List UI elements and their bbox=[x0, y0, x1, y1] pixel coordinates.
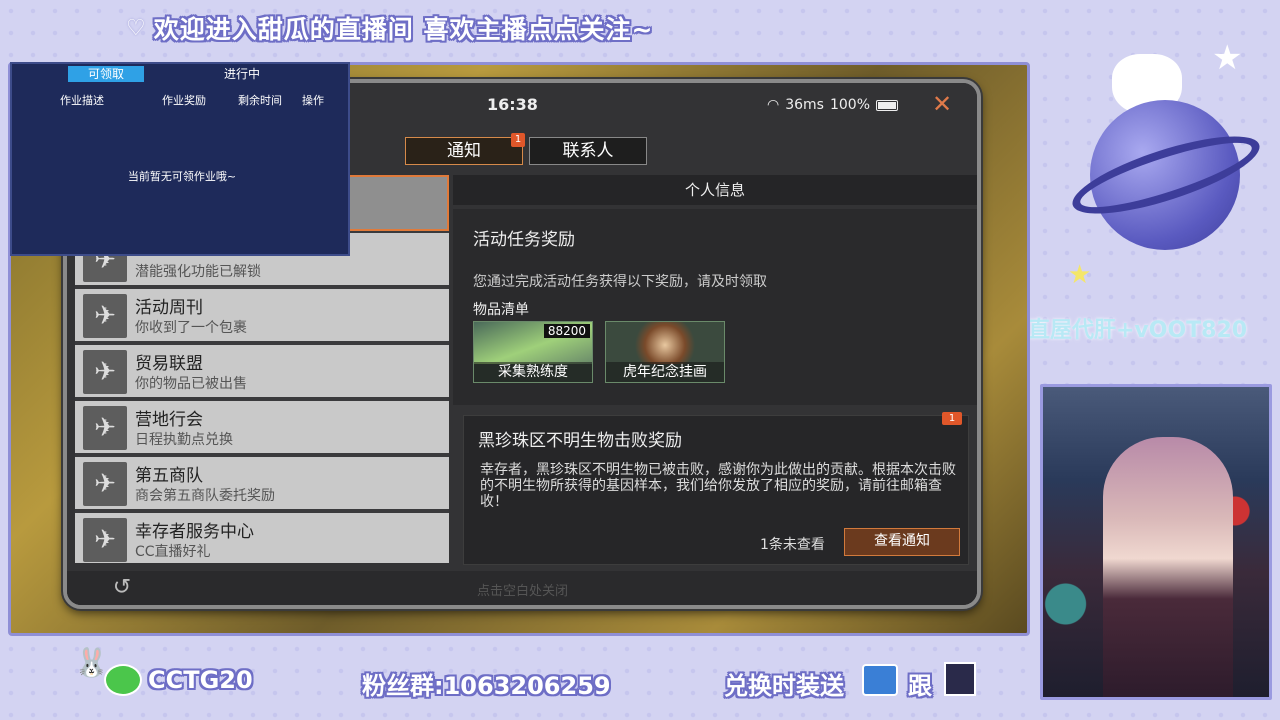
list-item-title: 贸易联盟 bbox=[135, 354, 203, 374]
items-label: 物品清单 bbox=[473, 302, 529, 318]
game-bottom-bar: ↺ 点击空白处关闭 bbox=[67, 571, 977, 605]
notice-card-badge: 1 bbox=[942, 412, 962, 425]
list-item-title: 营地行会 bbox=[135, 410, 203, 430]
wifi-icon: ◠ bbox=[767, 97, 780, 113]
reward-card: 活动任务奖励 您通过完成活动任务获得以下奖励，请及时领取 物品清单 88200 … bbox=[453, 209, 977, 405]
empty-state-text: 当前暂无可领作业哦~ bbox=[127, 170, 237, 183]
reward-item[interactable]: 88200 采集熟练度 bbox=[473, 321, 593, 383]
status-indicators: ◠ 36ms 100% bbox=[767, 97, 898, 113]
stream-banner: ♡ 欢迎进入甜瓜的直播间 喜欢主播点点关注~ bbox=[126, 8, 886, 48]
gift-icon bbox=[862, 664, 898, 696]
webcam-feed bbox=[1040, 384, 1272, 700]
list-item-title: 第五商队 bbox=[135, 466, 203, 486]
star-icon: ★ bbox=[1068, 260, 1092, 290]
satellite-dish-icon: ✈ bbox=[83, 462, 127, 506]
satellite-dish-icon: ✈ bbox=[83, 294, 127, 338]
tab-in-progress[interactable]: 进行中 bbox=[204, 66, 280, 82]
reward-item-name: 采集熟练度 bbox=[474, 362, 592, 382]
notice-title: 黑珍珠区不明生物击败奖励 bbox=[478, 431, 682, 451]
reward-item-count: 88200 bbox=[543, 324, 590, 338]
list-item-title: 活动周刊 bbox=[135, 298, 203, 318]
wechat-id: CCTG20 bbox=[148, 666, 253, 694]
tab-notice[interactable]: 通知 bbox=[405, 137, 523, 165]
list-item[interactable]: ✈ 营地行会 日程执勤点兑换 bbox=[75, 401, 449, 455]
tab-claimable[interactable]: 可领取 bbox=[68, 66, 144, 82]
fans-group: 粉丝群:1063206259 bbox=[362, 672, 611, 700]
list-item-subtitle: 商会第五商队委托奖励 bbox=[135, 488, 275, 504]
column-header: 作业描述 bbox=[60, 94, 104, 107]
ping-text: 36ms bbox=[785, 97, 824, 113]
bunny-icon: 🐰 bbox=[74, 646, 109, 679]
list-item-subtitle: 潜能强化功能已解锁 bbox=[135, 264, 261, 280]
reward-item[interactable]: 虎年纪念挂画 bbox=[605, 321, 725, 383]
list-item-subtitle: 日程执勤点兑换 bbox=[135, 432, 233, 448]
task-overlay: 可领取 进行中 作业描述 作业奖励 剩余时间 操作 当前暂无可领作业哦~ bbox=[10, 62, 350, 256]
column-header: 操作 bbox=[302, 94, 324, 107]
exchange-promo: 兑换时装送 bbox=[724, 672, 844, 700]
streamer-figure bbox=[1103, 437, 1233, 697]
reward-description: 您通过完成活动任务获得以下奖励，请及时领取 bbox=[473, 274, 767, 290]
banner-text: 欢迎进入甜瓜的直播间 喜欢主播点点关注~ bbox=[153, 15, 654, 44]
info-header: 个人信息 bbox=[453, 175, 977, 205]
card-icon bbox=[944, 662, 976, 696]
list-item-title: 幸存者服务中心 bbox=[135, 522, 254, 542]
satellite-dish-icon: ✈ bbox=[83, 350, 127, 394]
notice-card: 1 黑珍珠区不明生物击败奖励 幸存者，黑珍珠区不明生物已被击败，感谢你为此做出的… bbox=[463, 412, 969, 565]
tap-to-close-hint[interactable]: 点击空白处关闭 bbox=[477, 580, 568, 599]
view-notice-button[interactable]: 查看通知 bbox=[844, 528, 960, 556]
tab-contacts[interactable]: 联系人 bbox=[529, 137, 647, 165]
unread-count: 1条未查看 bbox=[760, 537, 825, 553]
reward-item-name: 虎年纪念挂画 bbox=[606, 362, 724, 382]
list-item-subtitle: 你的物品已被出售 bbox=[135, 376, 247, 392]
heart-icon: ♡ bbox=[126, 15, 146, 41]
battery-text: 100% bbox=[829, 97, 870, 113]
clock: 16:38 bbox=[487, 95, 538, 114]
wechat-icon bbox=[104, 664, 142, 696]
list-item-subtitle: CC直播好礼 bbox=[135, 544, 211, 560]
follow-text: 跟 bbox=[908, 672, 932, 700]
close-icon[interactable]: ✕ bbox=[929, 91, 955, 117]
satellite-dish-icon: ✈ bbox=[83, 406, 127, 450]
back-arrow-icon[interactable]: ↺ bbox=[107, 575, 137, 601]
list-item[interactable]: ✈ 幸存者服务中心 CC直播好礼 bbox=[75, 513, 449, 563]
column-header: 剩余时间 bbox=[238, 94, 282, 107]
notice-badge: 1 bbox=[511, 133, 525, 147]
list-item[interactable]: ✈ 第五商队 商会第五商队委托奖励 bbox=[75, 457, 449, 511]
notice-body: 幸存者，黑珍珠区不明生物已被击败，感谢你为此做出的贡献。根据本次击败的不明生物所… bbox=[480, 462, 956, 510]
side-promo-text: 直屋代肝+vOOT820 bbox=[1028, 318, 1248, 343]
list-item-subtitle: 你收到了一个包裹 bbox=[135, 320, 247, 336]
column-header: 作业奖励 bbox=[162, 94, 206, 107]
list-item[interactable]: ✈ 活动周刊 你收到了一个包裹 bbox=[75, 289, 449, 343]
battery-icon bbox=[876, 99, 898, 111]
reward-title: 活动任务奖励 bbox=[473, 230, 575, 250]
list-item[interactable]: ✈ 贸易联盟 你的物品已被出售 bbox=[75, 345, 449, 399]
satellite-dish-icon: ✈ bbox=[83, 518, 127, 562]
reward-item-image bbox=[606, 322, 724, 364]
star-icon: ★ bbox=[1212, 38, 1243, 78]
